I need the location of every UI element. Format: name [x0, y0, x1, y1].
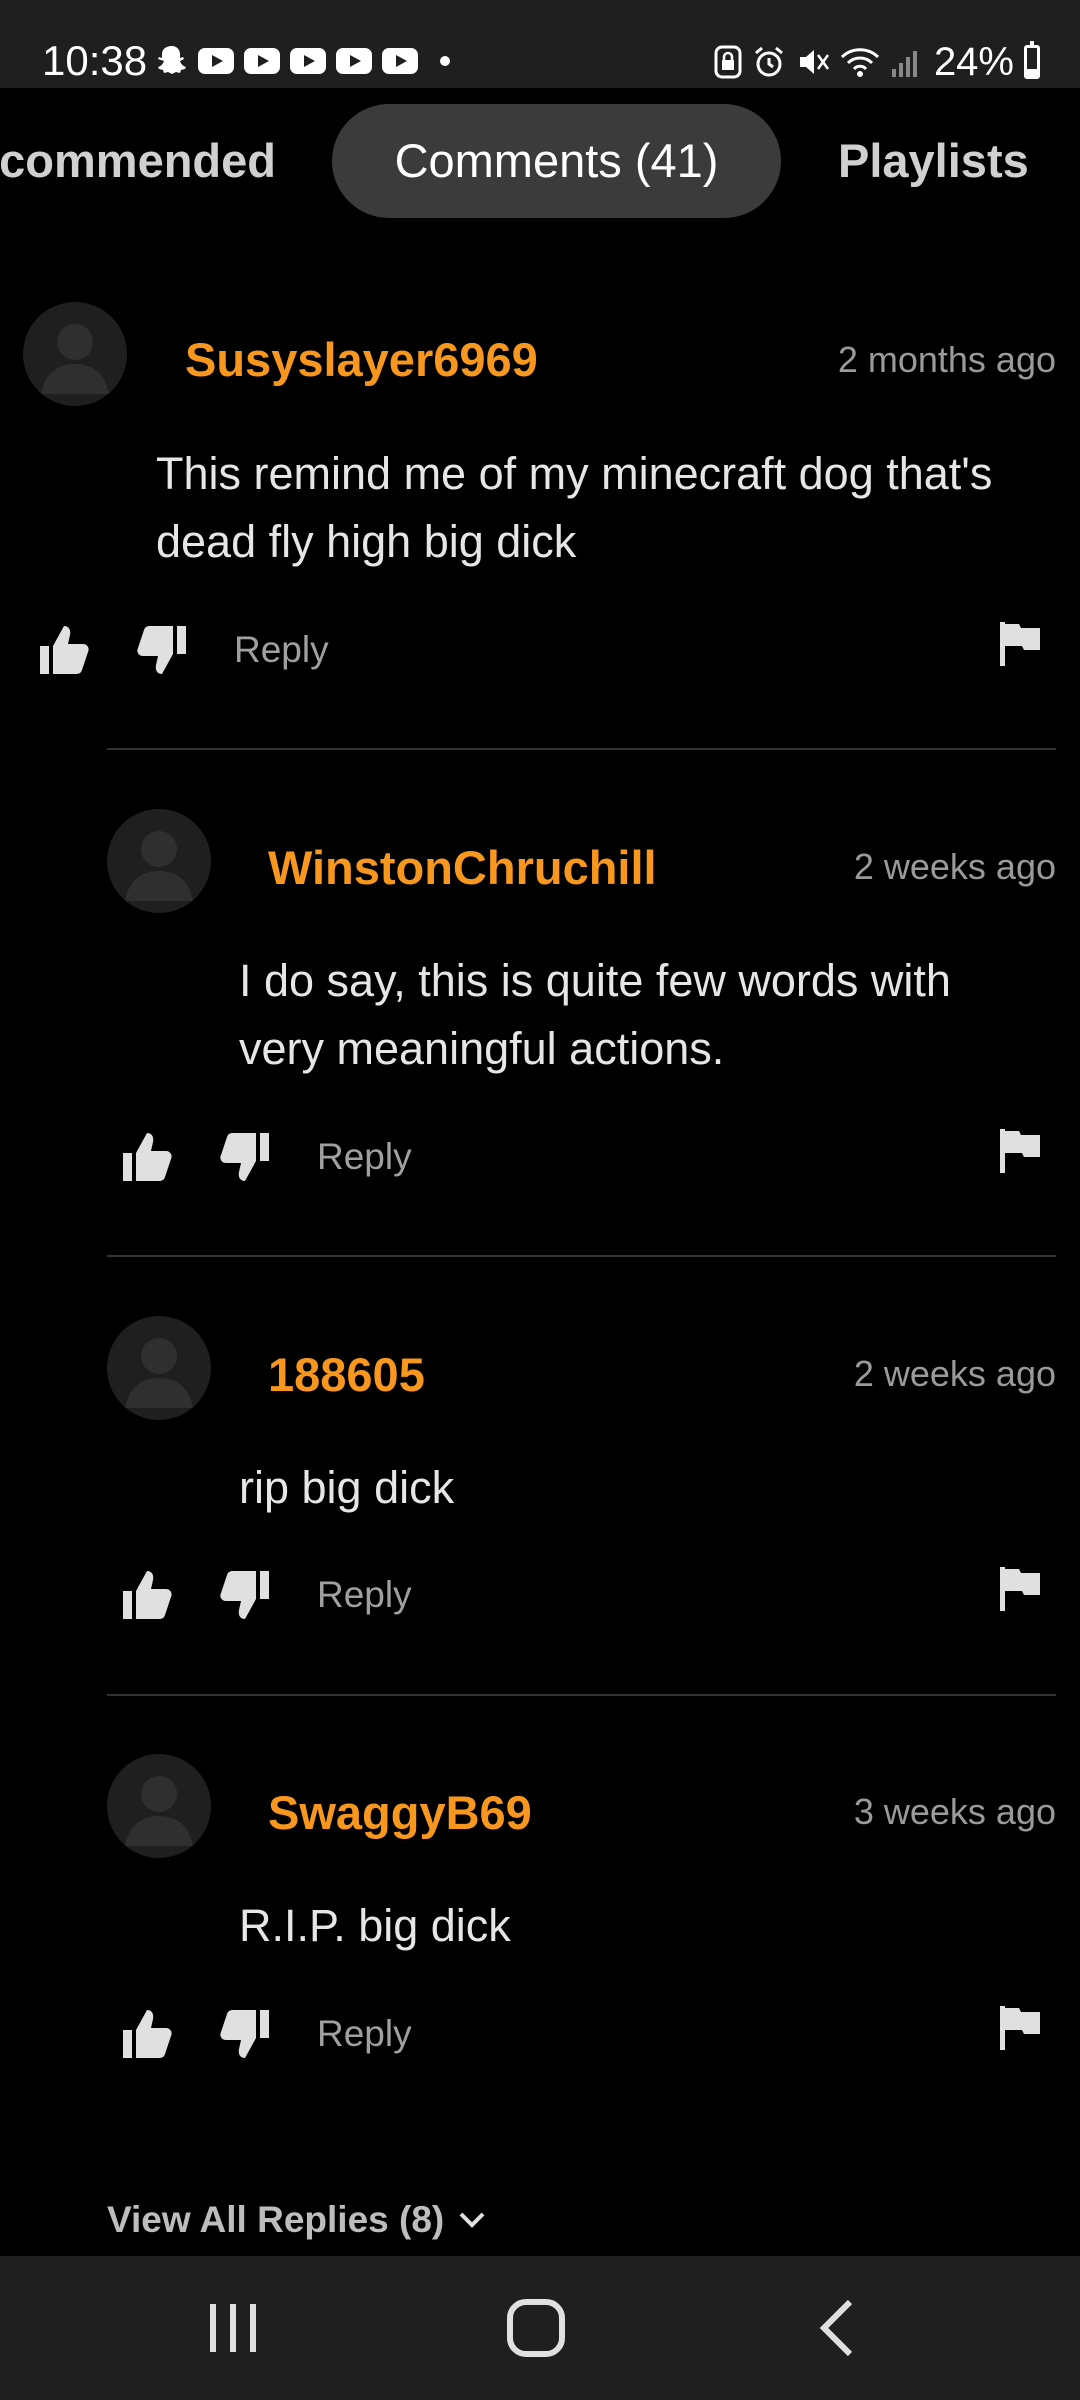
avatar[interactable] — [107, 809, 211, 913]
divider — [107, 1694, 1056, 1696]
mute-icon — [799, 50, 829, 74]
recent-apps-icon[interactable] — [193, 2296, 273, 2360]
avatar[interactable] — [107, 1316, 211, 1420]
youtube-icon — [244, 48, 280, 74]
youtube-icon — [336, 48, 372, 74]
view-all-replies-button[interactable]: View All Replies (8) — [107, 2196, 486, 2244]
reply-button[interactable]: Reply — [234, 628, 329, 672]
notification-icons — [156, 44, 450, 78]
flag-icon[interactable] — [998, 2004, 1042, 2052]
youtube-icon — [290, 48, 326, 74]
view-all-replies-label: View All Replies (8) — [107, 2199, 445, 2240]
avatar[interactable] — [23, 302, 127, 406]
default-avatar-icon — [41, 324, 109, 394]
comment-actions: Reply — [121, 1129, 1048, 1191]
comment-timestamp: 3 weeks ago — [853, 1791, 1056, 1832]
username[interactable]: SwaggyB69 — [268, 1785, 532, 1841]
battery-icon — [1024, 41, 1040, 79]
divider — [107, 1255, 1056, 1257]
comment-text: This remind me of my minecraft dog that'… — [156, 448, 993, 567]
chevron-down-icon — [459, 2212, 485, 2228]
battery-level — [1027, 69, 1037, 76]
tab-recommended[interactable]: ecommended — [0, 104, 276, 218]
youtube-icon — [382, 48, 418, 74]
default-avatar-icon — [125, 1338, 193, 1408]
reply-button[interactable]: Reply — [317, 2012, 412, 2056]
youtube-icon — [198, 48, 234, 74]
flag-icon[interactable] — [998, 1127, 1042, 1175]
comment-timestamp: 2 weeks ago — [853, 846, 1056, 887]
battery-percent: 24% — [933, 40, 1014, 84]
back-icon[interactable] — [800, 2296, 880, 2360]
username[interactable]: Susyslayer6969 — [185, 332, 538, 388]
screen-lock-icon — [714, 45, 742, 79]
username[interactable]: 188605 — [268, 1347, 425, 1403]
snapchat-icon — [158, 46, 186, 74]
tab-bar: ecommended Comments (41) Playlists — [0, 88, 1080, 266]
default-avatar-icon — [125, 831, 193, 901]
tab-playlists[interactable]: Playlists — [838, 104, 1029, 218]
signal-icon — [891, 51, 917, 77]
reply-button[interactable]: Reply — [317, 1135, 412, 1179]
default-avatar-icon — [125, 1776, 193, 1846]
more-notifications-dot — [440, 56, 450, 66]
navigation-bar — [0, 2256, 1080, 2400]
comment-text: R.I.P. big dick — [239, 1900, 511, 1951]
comment-actions: Reply — [121, 1567, 1048, 1629]
comment-timestamp: 2 weeks ago — [853, 1353, 1056, 1394]
status-time: 10:38 — [42, 37, 148, 84]
thumbs-down-icon[interactable] — [219, 2008, 271, 2060]
divider — [107, 748, 1056, 750]
reply-button[interactable]: Reply — [317, 1573, 412, 1617]
avatar[interactable] — [107, 1754, 211, 1858]
thumbs-down-icon[interactable] — [219, 1131, 271, 1183]
username[interactable]: WinstonChruchill — [268, 840, 657, 896]
home-icon[interactable] — [496, 2296, 576, 2360]
thumbs-up-icon[interactable] — [121, 1569, 173, 1621]
wifi-icon — [840, 48, 879, 77]
tab-comments[interactable]: Comments (41) — [332, 104, 781, 218]
thumbs-down-icon[interactable] — [219, 1569, 271, 1621]
thumbs-up-icon[interactable] — [38, 624, 90, 676]
thumbs-up-icon[interactable] — [121, 1131, 173, 1183]
status-bar: 10:38 24% — [0, 0, 1080, 88]
comment-text: rip big dick — [239, 1462, 455, 1513]
comment-actions: Reply — [121, 2006, 1048, 2068]
system-status: 24% — [714, 38, 1040, 86]
comment-actions: Reply — [38, 622, 1048, 684]
flag-icon[interactable] — [998, 1565, 1042, 1613]
comment-text: I do say, this is quite few words with v… — [239, 955, 951, 1074]
comment-timestamp: 2 months ago — [837, 339, 1056, 380]
thumbs-down-icon[interactable] — [136, 624, 188, 676]
thumbs-up-icon[interactable] — [121, 2008, 173, 2060]
flag-icon[interactable] — [998, 620, 1042, 668]
alarm-icon — [754, 46, 783, 77]
